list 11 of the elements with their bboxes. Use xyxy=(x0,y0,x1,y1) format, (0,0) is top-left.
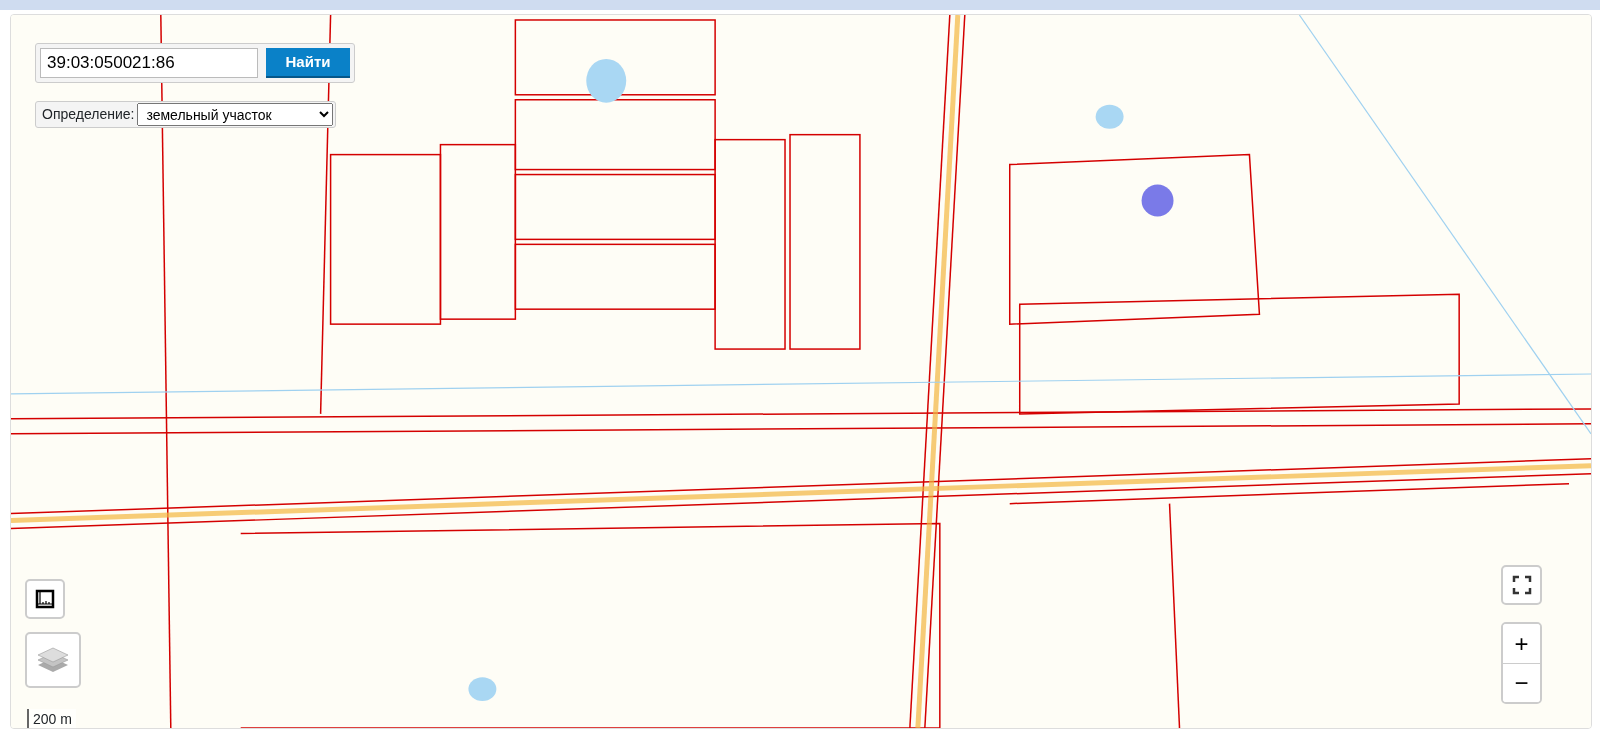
scale-label: 200 m xyxy=(27,709,76,728)
cadastral-number-field[interactable]: 39:03:050021:86 xyxy=(40,48,258,78)
fullscreen-button[interactable] xyxy=(1501,565,1542,605)
definition-select[interactable]: земельный участок xyxy=(137,103,334,126)
ruler-icon xyxy=(35,589,55,609)
find-button[interactable]: Найти xyxy=(266,48,350,78)
definition-label: Определение: xyxy=(42,105,135,124)
zoom-out-button[interactable]: − xyxy=(1503,663,1540,702)
ruler-button[interactable] xyxy=(25,579,65,619)
fullscreen-icon xyxy=(1511,575,1532,595)
layers-icon xyxy=(37,646,69,674)
